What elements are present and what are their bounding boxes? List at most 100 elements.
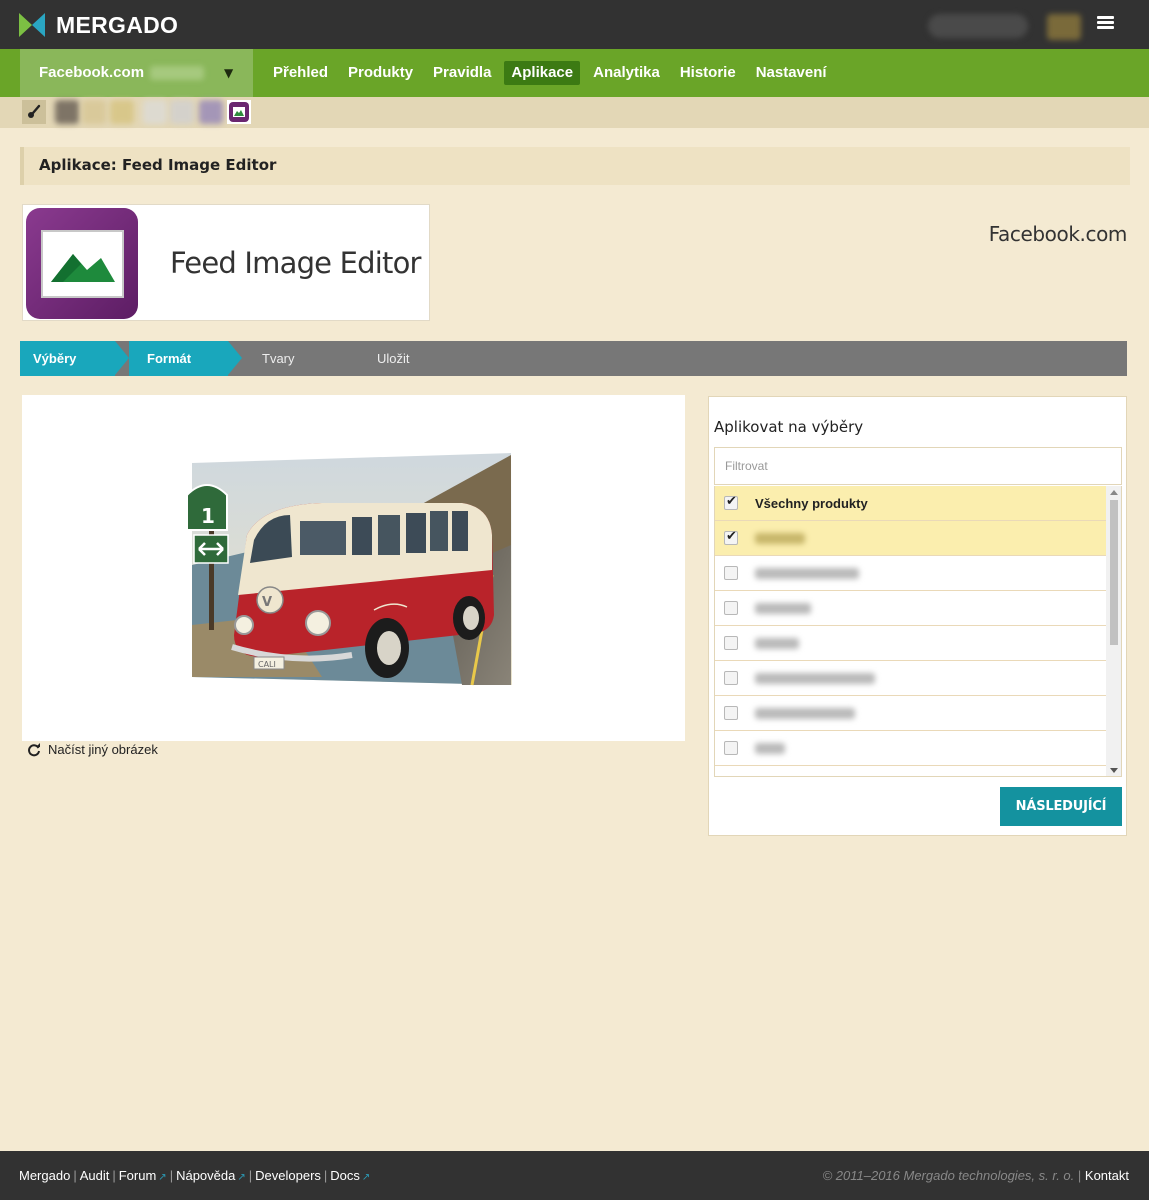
app-shortcut-icon[interactable] (82, 100, 106, 124)
image-icon (229, 102, 249, 122)
wizard-steps: Výběry Formát Tvary Uložit (20, 341, 1127, 376)
app-banner: Feed Image Editor (22, 204, 430, 321)
shop-selector-label: Facebook.com (39, 64, 145, 81)
list-item[interactable] (715, 556, 1106, 591)
checkbox[interactable] (724, 706, 738, 720)
list-item-label: Všechny produkty (755, 496, 868, 511)
filter-input[interactable] (714, 447, 1122, 485)
feed-image-editor-logo (26, 208, 138, 319)
list-item-all-products[interactable]: Všechny produkty (715, 486, 1106, 521)
step-format[interactable]: Formát (129, 341, 228, 376)
notification-icon[interactable] (1047, 14, 1081, 40)
mergado-logo-icon (19, 13, 45, 37)
list-item-label-blurred (755, 603, 811, 614)
menu-icon[interactable] (1097, 16, 1114, 30)
main-nav-bar: Facebook.com ▼ Přehled Produkty Pravidla… (0, 49, 1149, 97)
apply-to-selections-panel: Aplikovat na výběry Všechny produkty (708, 396, 1127, 836)
nav-item-produkty[interactable]: Produkty (341, 61, 420, 85)
checkbox[interactable] (724, 529, 738, 545)
brush-icon (28, 104, 41, 118)
footer-link-kontakt[interactable]: Kontakt (1085, 1168, 1129, 1183)
step-vybery[interactable]: Výběry (20, 341, 115, 376)
image-preview-panel: 1 V CALI (22, 395, 685, 741)
step-separator-icon (115, 341, 129, 375)
product-image-preview[interactable]: 1 V CALI (22, 395, 685, 741)
nav-item-aplikace[interactable]: Aplikace (504, 61, 581, 85)
caret-down-icon: ▼ (224, 66, 234, 80)
nav-item-analytika[interactable]: Analytika (586, 61, 667, 85)
app-title: Feed Image Editor (170, 246, 421, 280)
next-button[interactable]: NÁSLEDUJÍCÍ (1000, 787, 1122, 826)
footer-link-audit[interactable]: Audit (80, 1168, 110, 1183)
app-shortcut-icon[interactable] (55, 100, 79, 124)
page-title: Aplikace: Feed Image Editor (39, 156, 277, 174)
checkbox[interactable] (724, 741, 738, 755)
list-item[interactable] (715, 661, 1106, 696)
nav-item-prehled[interactable]: Přehled (266, 61, 335, 85)
app-shortcut-icon[interactable] (110, 100, 134, 124)
checkbox[interactable] (724, 776, 738, 777)
shop-selector[interactable]: Facebook.com ▼ (20, 49, 253, 97)
app-shortcut-icon[interactable] (199, 100, 223, 124)
step-label: Uložit (377, 351, 410, 366)
external-link-icon: ↗ (361, 1172, 371, 1183)
reload-image-label: Načíst jiný obrázek (48, 742, 158, 757)
main-nav: Přehled Produkty Pravidla Aplikace Analy… (266, 61, 840, 85)
refresh-icon (28, 742, 40, 756)
svg-text:V: V (262, 595, 272, 610)
app-shortcut-strip (0, 97, 1149, 128)
list-item[interactable] (715, 626, 1106, 661)
checkbox[interactable] (724, 671, 738, 685)
reload-image-link[interactable]: Načíst jiný obrázek (27, 742, 158, 757)
list-scrollbar[interactable] (1106, 486, 1121, 776)
checkbox[interactable] (724, 601, 738, 615)
step-ulozit[interactable]: Uložit (356, 341, 470, 376)
mergado-logo[interactable]: MERGADO (19, 11, 178, 39)
list-item[interactable] (715, 591, 1106, 626)
footer-links: Mergado | Audit | Forum ↗ | Nápověda ↗ | Developer… (19, 1168, 371, 1183)
landscape-icon (51, 254, 115, 282)
app-shortcut-feed-image-editor-icon[interactable] (227, 100, 251, 124)
scroll-up-icon[interactable] (1110, 490, 1118, 495)
selection-list: Všechny produkty (714, 486, 1122, 777)
footer-link-docs[interactable]: Docs (330, 1168, 360, 1183)
checkbox[interactable] (724, 636, 738, 650)
list-item[interactable] (715, 521, 1106, 556)
nav-item-historie[interactable]: Historie (673, 61, 743, 85)
checkbox[interactable] (724, 566, 738, 580)
external-link-icon: ↗ (237, 1172, 246, 1183)
footer-link-napoveda[interactable]: Nápověda (176, 1168, 235, 1183)
brand-name: MERGADO (56, 11, 179, 38)
list-item[interactable] (715, 766, 1106, 777)
nav-item-nastaveni[interactable]: Nastavení (749, 61, 834, 85)
channel-name: Facebook.com (988, 222, 1128, 246)
list-item[interactable] (715, 731, 1106, 766)
svg-text:1: 1 (201, 504, 215, 528)
list-item-label-blurred (755, 533, 805, 544)
app-shortcut-brush-icon[interactable] (22, 100, 46, 124)
footer-link-mergado[interactable]: Mergado (19, 1168, 70, 1183)
scroll-thumb[interactable] (1110, 500, 1118, 645)
footer-right: © 2011–2016 Mergado technologies, s. r. … (822, 1168, 1129, 1183)
list-item-label-blurred (755, 708, 855, 719)
user-account-blurred[interactable] (928, 14, 1028, 38)
top-bar: MERGADO (0, 0, 1149, 49)
external-link-icon: ↗ (158, 1172, 167, 1183)
checkbox[interactable] (724, 494, 738, 510)
step-label: Výběry (33, 351, 77, 366)
page-heading-bar: Aplikace: Feed Image Editor (20, 147, 1130, 185)
app-shortcut-icon[interactable] (170, 100, 194, 124)
footer-link-developers[interactable]: Developers (255, 1168, 321, 1183)
app-shortcut-icon[interactable] (143, 100, 167, 124)
apply-panel-title: Aplikovat na výběry (714, 418, 864, 436)
footer-link-forum[interactable]: Forum (119, 1168, 157, 1183)
scroll-down-icon[interactable] (1110, 768, 1118, 773)
list-item[interactable] (715, 696, 1106, 731)
copyright-text: © 2011–2016 Mergado technologies, s. r. … (822, 1168, 1075, 1183)
step-separator-icon (228, 341, 242, 375)
step-label: Tvary (262, 351, 295, 366)
shop-selector-blurred-text (150, 66, 204, 80)
nav-item-pravidla[interactable]: Pravidla (426, 61, 498, 85)
step-tvary[interactable]: Tvary (242, 341, 356, 376)
step-label: Formát (147, 351, 192, 366)
